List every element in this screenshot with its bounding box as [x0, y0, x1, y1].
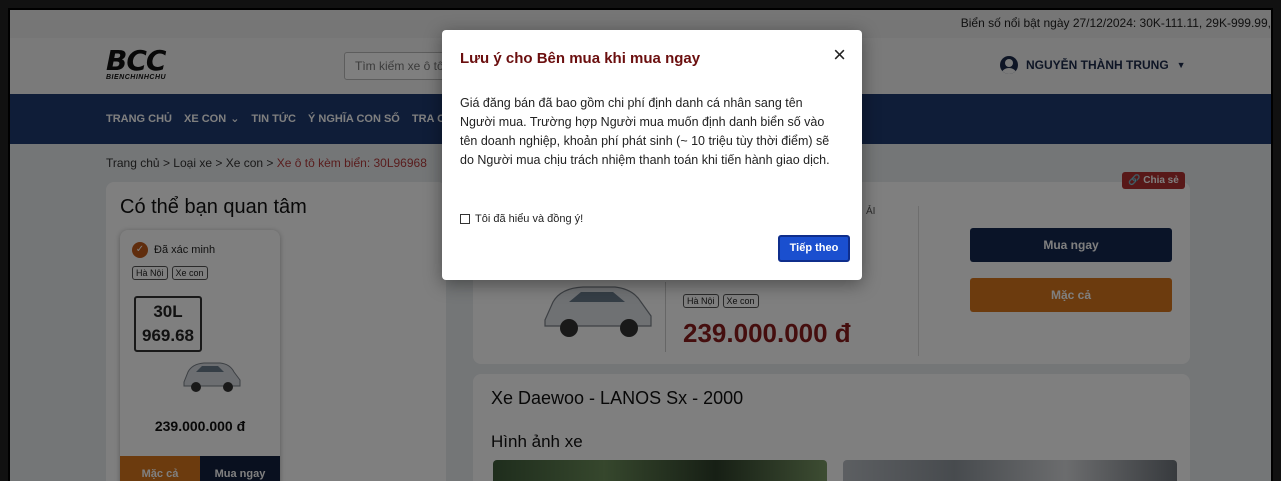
next-button[interactable]: Tiếp theo — [778, 235, 850, 262]
browser-viewport: Biển số nổi bật ngày 27/12/2024: 30K-111… — [8, 8, 1273, 481]
purchase-notice-modal: Lưu ý cho Bên mua khi mua ngay × Giá đăn… — [442, 30, 862, 280]
agree-label: Tôi đã hiểu và đồng ý! — [475, 213, 584, 225]
modal-title: Lưu ý cho Bên mua khi mua ngay — [460, 50, 701, 67]
checkbox-icon[interactable] — [460, 214, 470, 224]
modal-body-text: Giá đăng bán đã bao gồm chi phí định dan… — [460, 96, 830, 167]
close-icon[interactable]: × — [833, 44, 846, 66]
agree-checkbox[interactable]: Tôi đã hiểu và đồng ý! — [460, 213, 583, 225]
